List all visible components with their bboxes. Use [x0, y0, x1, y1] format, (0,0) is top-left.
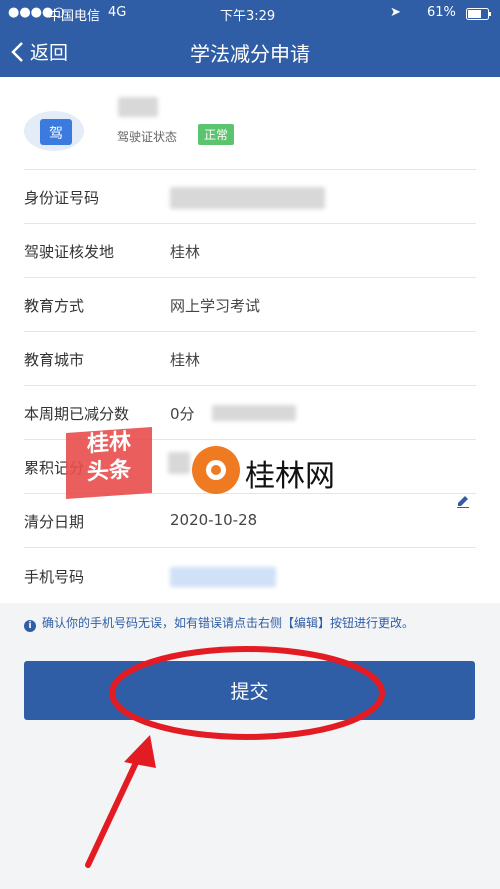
watermark-badge-line2: 头条 — [86, 457, 131, 486]
license-icon-char: 驾 — [49, 126, 63, 142]
location-icon: ➤ — [390, 5, 401, 20]
row-label-clear-date: 清分日期 — [24, 513, 85, 531]
network-label: 4G — [108, 5, 127, 20]
row-value-points-reduced: 0分 — [170, 405, 195, 423]
divider — [24, 547, 476, 548]
row-label-points-reduced: 本周期已减分数 — [24, 405, 130, 423]
application-card: 驾 驾驶证状态 正常 身份证号码 驾驶证核发地 桂林 教育方式 网上学习考试 教… — [0, 77, 500, 603]
nav-bar: 返回 学法减分申请 — [0, 26, 500, 77]
submit-button[interactable]: 提交 — [24, 661, 475, 720]
battery-percent: 61% — [427, 5, 456, 20]
status-bar: ●●●●○ 中国电信 4G 下午3:29 ➤ 61% — [0, 0, 500, 26]
row-label-education-city: 教育城市 — [24, 351, 85, 369]
row-label-phone: 手机号码 — [24, 568, 85, 586]
watermark-site-text: 桂林网 — [245, 459, 335, 494]
accumulated-points-redacted — [168, 452, 190, 474]
license-icon: 驾 — [24, 107, 86, 153]
id-number-redacted — [170, 187, 325, 209]
divider — [24, 277, 476, 278]
name-redacted — [118, 97, 158, 117]
phone-redacted — [170, 567, 276, 587]
notice-text: 确认你的手机号码无误，如有错误请点击右侧【编辑】按钮进行更改。 — [42, 616, 415, 630]
annotation-arrow-head — [124, 735, 156, 768]
points-note-redacted — [212, 405, 296, 421]
info-icon: i — [24, 620, 36, 632]
license-status-label: 驾驶证状态 — [117, 130, 178, 144]
edit-pencil-icon[interactable] — [456, 493, 470, 512]
page-title: 学法减分申请 — [190, 42, 310, 66]
row-value-clear-date: 2020-10-28 — [170, 511, 258, 529]
status-time: 下午3:29 — [220, 9, 276, 24]
status-badge: 正常 — [198, 124, 235, 145]
battery-icon — [466, 8, 492, 24]
annotation-arrow-line — [85, 749, 144, 868]
row-value-education-city: 桂林 — [170, 351, 201, 369]
carrier-label: 中国电信 — [48, 9, 101, 24]
row-label-education-method: 教育方式 — [24, 297, 85, 315]
divider — [24, 223, 476, 224]
notice: i 确认你的手机号码无误，如有错误请点击右侧【编辑】按钮进行更改。 — [24, 614, 414, 632]
watermark-badge: 桂林 头条 — [66, 426, 152, 500]
watermark-logo-icon — [192, 446, 240, 494]
row-value-education-method: 网上学习考试 — [170, 297, 261, 315]
divider — [24, 331, 476, 332]
row-value-issuing-place: 桂林 — [170, 243, 201, 261]
divider — [24, 385, 476, 386]
row-label-issuing-place: 驾驶证核发地 — [24, 243, 115, 261]
divider — [24, 169, 476, 170]
row-label-id-number: 身份证号码 — [24, 189, 100, 207]
